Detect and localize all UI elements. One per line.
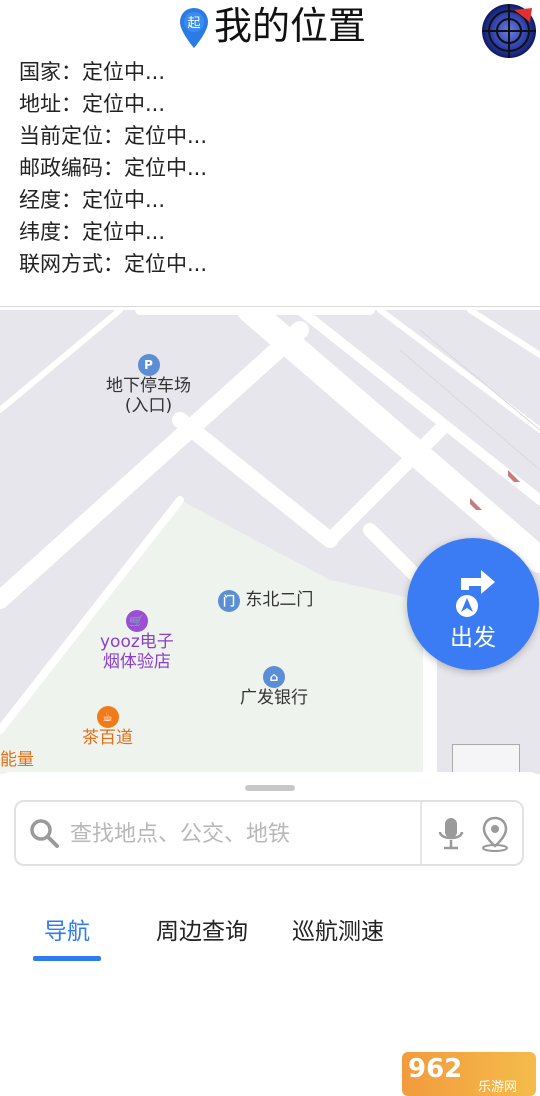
map-view[interactable]: P 地下停车场 (入口) 门 东北二门 🛒 yooz电子 烟体验店 ⌂ 广发银行…: [0, 310, 540, 774]
go-button-label: 出发: [450, 625, 496, 651]
watermark-subtext: 乐游网: [478, 1080, 518, 1095]
parking-icon: P: [137, 354, 160, 376]
bottom-tabs: 导航 周边查询 巡航测速 962 乐游网: [0, 912, 540, 1096]
poi-gate[interactable]: 门 东北二门: [218, 590, 313, 612]
poi-bank-name: 广发银行: [240, 688, 308, 708]
poi-parking-name: 地下停车场: [106, 376, 191, 396]
poi-shop-name: yooz电子: [100, 632, 174, 652]
location-info-list: 国家：定位中... 地址：定位中... 当前定位：定位中... 邮政编码：定位中…: [19, 56, 207, 280]
map-pin-icon[interactable]: [480, 816, 510, 852]
tab-cruise-speed[interactable]: 巡航测速: [288, 912, 388, 956]
title-bar: 起 我的位置: [0, 0, 540, 58]
active-tab-indicator: [33, 956, 101, 961]
bottom-sheet: 导航 周边查询 巡航测速 962 乐游网: [0, 772, 540, 1096]
tab-navigation[interactable]: 导航: [33, 912, 101, 956]
tab-nearby-search[interactable]: 周边查询: [152, 912, 252, 956]
map-scale-control[interactable]: [452, 744, 520, 774]
navigate-arrow-icon: [456, 570, 495, 617]
poi-energy-name: 能量: [0, 750, 34, 770]
go-button[interactable]: 出发: [407, 538, 539, 670]
drink-icon: ☕: [96, 706, 119, 728]
poi-energy[interactable]: 能量: [0, 720, 34, 770]
latitude-row: 纬度：定位中...: [19, 220, 166, 244]
longitude-row: 经度：定位中...: [19, 188, 166, 212]
search-icon: [30, 819, 59, 848]
radar-icon[interactable]: [480, 2, 538, 60]
watermark-logo: 962 乐游网: [402, 1052, 536, 1096]
network-type-row: 联网方式：定位中...: [19, 252, 208, 276]
address-row: 地址：定位中...: [19, 92, 166, 116]
pin-badge-text: 起: [187, 16, 200, 31]
poi-tea[interactable]: ☕ 茶百道: [82, 706, 133, 748]
location-pin-icon: 起: [180, 8, 208, 48]
current-location-row: 当前定位：定位中...: [19, 124, 208, 148]
poi-tea-name: 茶百道: [82, 728, 133, 748]
page-title: 我的位置: [214, 4, 367, 48]
search-input[interactable]: [68, 816, 422, 852]
poi-shop-sub: 烟体验店: [102, 652, 171, 672]
poi-parking[interactable]: P 地下停车场 (入口): [106, 354, 191, 416]
bank-icon: ⌂: [263, 666, 285, 688]
divider: [0, 306, 540, 307]
poi-bank[interactable]: ⌂ 广发银行: [240, 666, 308, 708]
poi-shop[interactable]: 🛒 yooz电子 烟体验店: [100, 610, 174, 672]
watermark-text: 962: [408, 1054, 463, 1084]
microphone-icon[interactable]: [436, 816, 466, 852]
search-bar[interactable]: [14, 800, 524, 866]
search-divider: [420, 802, 422, 864]
drag-handle[interactable]: [245, 785, 295, 791]
country-row: 国家：定位中...: [19, 60, 166, 84]
poi-gate-name: 东北二门: [245, 590, 314, 610]
poi-parking-sub: (入口): [124, 396, 173, 416]
gate-icon: 门: [218, 590, 240, 612]
postal-code-row: 邮政编码：定位中...: [19, 156, 208, 180]
shopping-cart-icon: 🛒: [125, 610, 148, 632]
